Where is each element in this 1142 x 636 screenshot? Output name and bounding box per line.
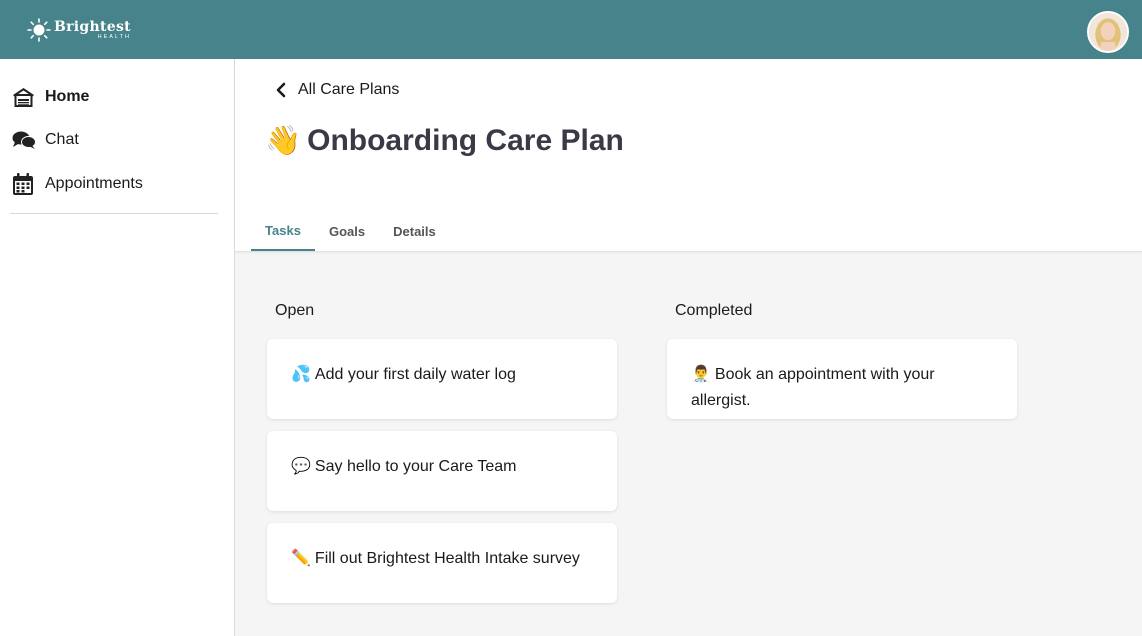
care-plan-header: All Care Plans 👋 Onboarding Care Plan Ta… bbox=[235, 59, 1142, 252]
tab-details[interactable]: Details bbox=[379, 211, 450, 251]
sidebar-divider bbox=[10, 213, 218, 214]
chat-icon bbox=[12, 129, 37, 151]
task-card-completed[interactable]: 👨‍⚕️ Book an appointment with your allerg… bbox=[667, 339, 1017, 419]
sidebar-item-home[interactable]: Home bbox=[12, 83, 89, 111]
pencil-icon: ✏️ bbox=[291, 548, 311, 567]
back-link-label: All Care Plans bbox=[298, 81, 400, 98]
chevron-left-icon bbox=[276, 82, 286, 98]
sun-icon bbox=[27, 18, 51, 42]
sidebar-item-label: Home bbox=[45, 88, 90, 105]
task-card[interactable]: 💬 Say hello to your Care Team bbox=[267, 431, 617, 511]
task-text: Say hello to your Care Team bbox=[314, 458, 517, 475]
avatar-image bbox=[1089, 13, 1127, 51]
task-text: Book an appointment with your allergist. bbox=[691, 366, 935, 409]
tab-goals[interactable]: Goals bbox=[315, 211, 379, 251]
sweat-droplets-icon: 💦 bbox=[291, 364, 311, 383]
task-text: Add your first daily water log bbox=[314, 366, 516, 383]
waving-hand-icon: 👋 bbox=[265, 123, 302, 157]
completed-column-title: Completed bbox=[675, 302, 753, 319]
task-text: Fill out Brightest Health Intake survey bbox=[314, 550, 580, 567]
sidebar-item-chat[interactable]: Chat bbox=[12, 126, 79, 154]
open-column-title: Open bbox=[275, 302, 315, 319]
sidebar-item-label: Appointments bbox=[45, 175, 143, 192]
top-bar: Brightest HEALTH bbox=[0, 0, 1142, 59]
avatar[interactable] bbox=[1087, 11, 1129, 53]
sidebar-item-label: Chat bbox=[45, 131, 79, 148]
task-card[interactable]: ✏️ Fill out Brightest Health Intake surve… bbox=[267, 523, 617, 603]
health-worker-icon: 👨‍⚕️ bbox=[691, 364, 711, 383]
brand-logo[interactable]: Brightest HEALTH bbox=[27, 18, 131, 42]
brand-sub: HEALTH bbox=[97, 33, 131, 40]
task-card[interactable]: 💦 Add your first daily water log bbox=[267, 339, 617, 419]
calendar-icon bbox=[12, 172, 37, 195]
speech-bubble-icon: 💬 bbox=[291, 456, 311, 475]
page-title-text: Onboarding Care Plan bbox=[307, 123, 624, 157]
back-to-care-plans-link[interactable]: All Care Plans bbox=[275, 81, 399, 99]
home-icon bbox=[12, 86, 37, 108]
brand-name: Brightest bbox=[54, 18, 131, 35]
tab-bar: Tasks Goals Details bbox=[251, 211, 450, 251]
sidebar: Home Chat Appointments bbox=[0, 59, 235, 636]
tab-tasks[interactable]: Tasks bbox=[251, 211, 315, 251]
sidebar-item-appointments[interactable]: Appointments bbox=[12, 170, 143, 198]
page-title: 👋 Onboarding Care Plan bbox=[265, 123, 624, 158]
